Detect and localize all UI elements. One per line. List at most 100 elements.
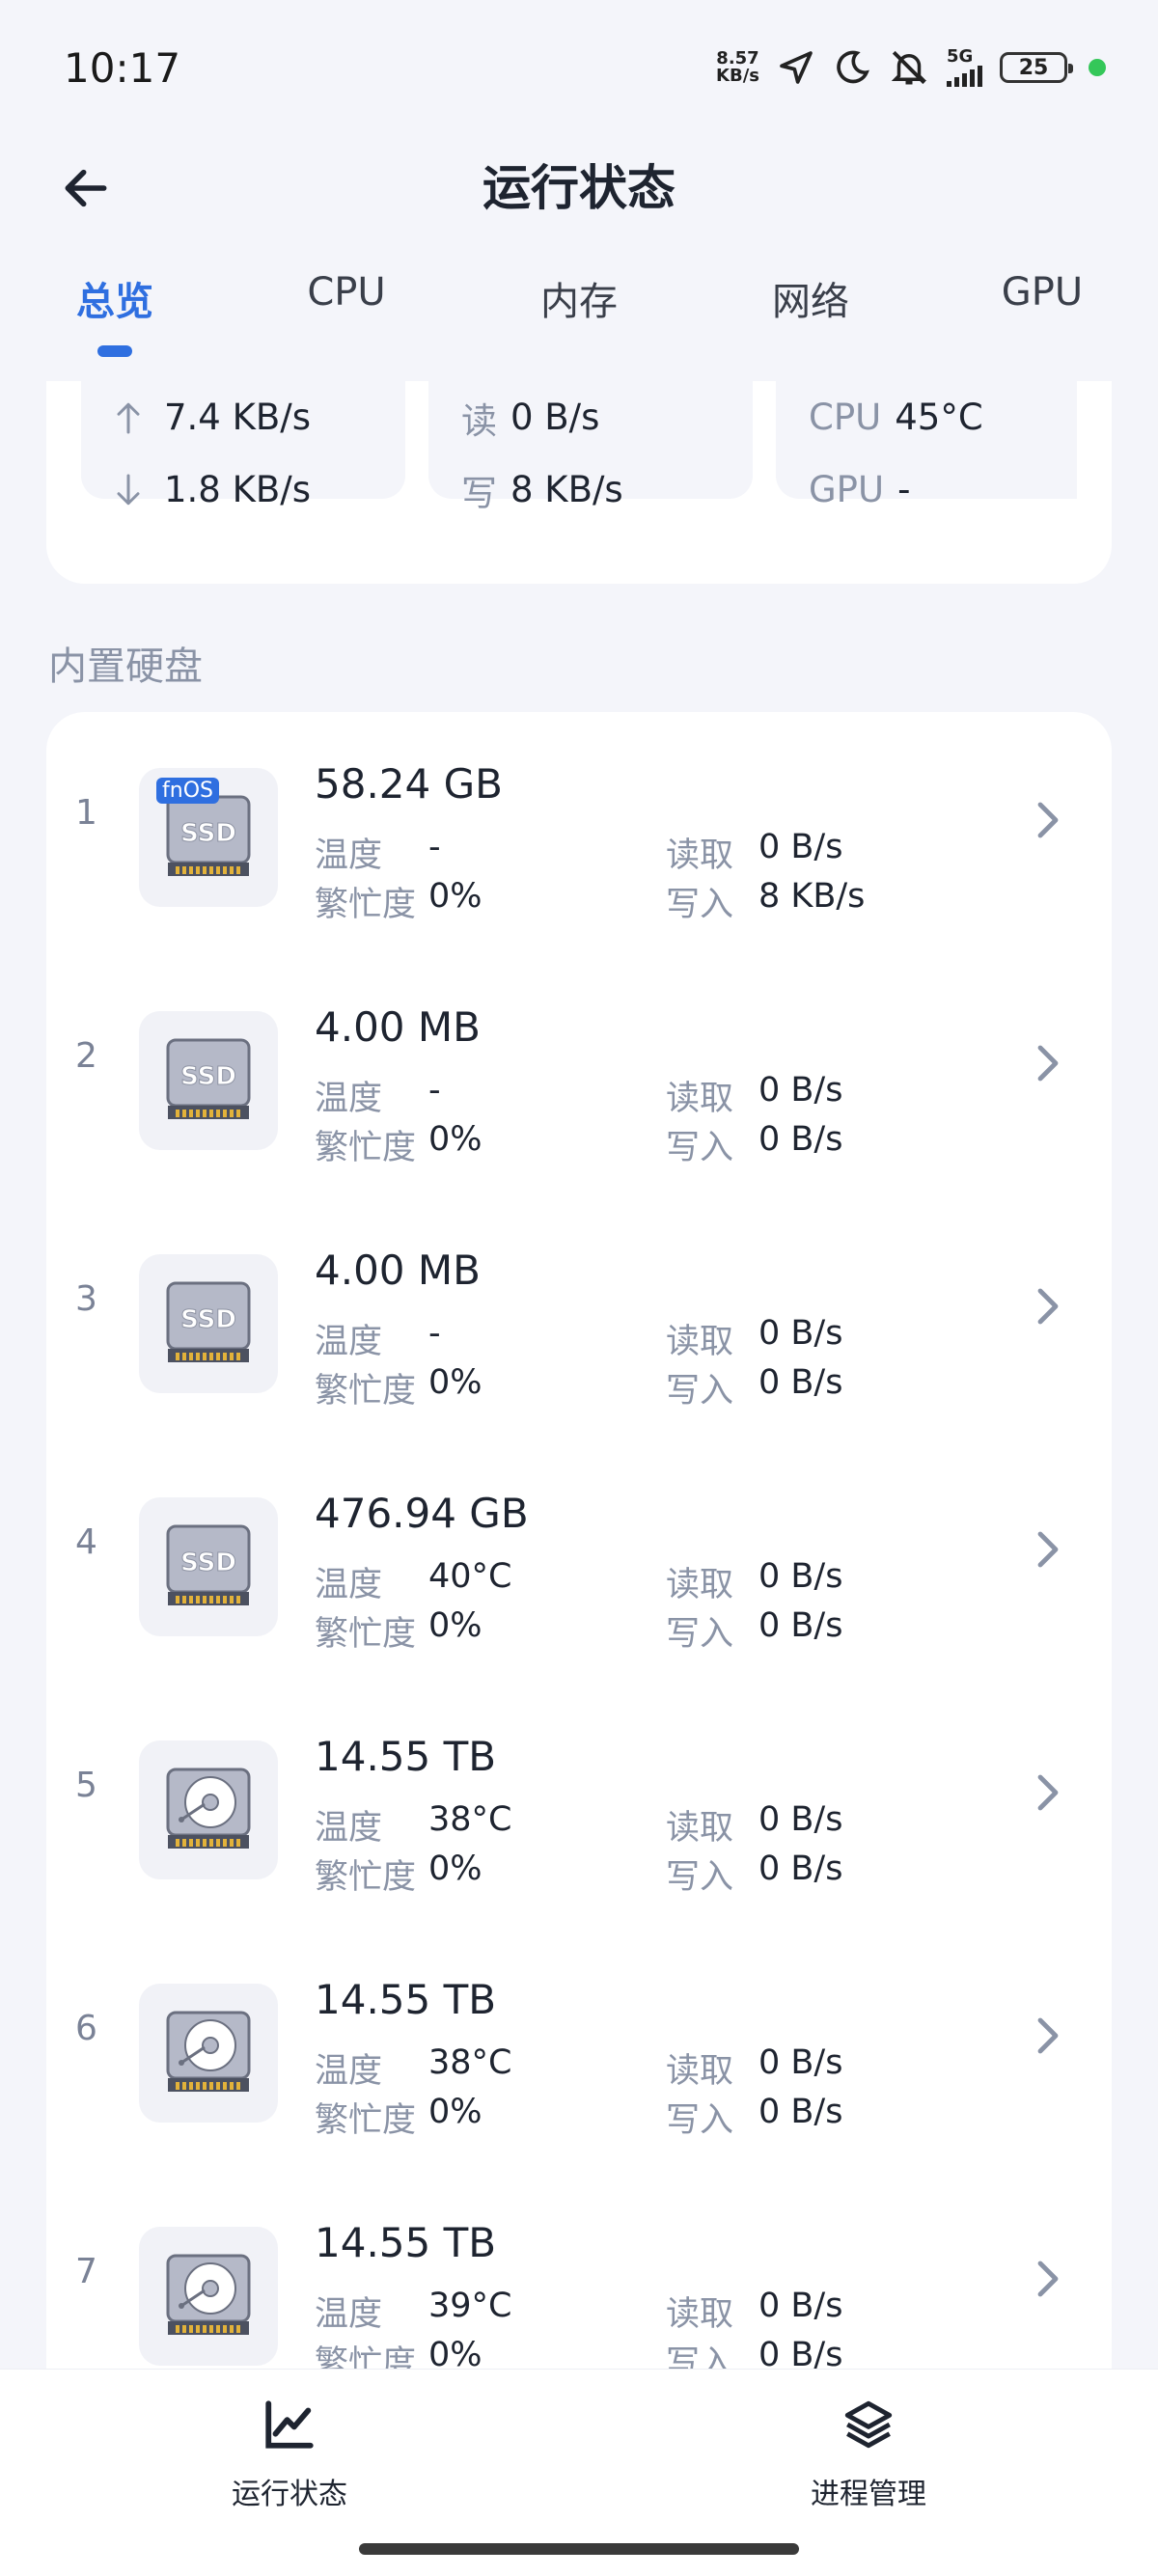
disk-size: 4.00 MB [315, 1003, 481, 1051]
temp-label: 温度 [315, 1323, 383, 1361]
signal-type: 5G [947, 46, 974, 67]
disk-size: 14.55 TB [315, 1976, 497, 2023]
chart-icon [265, 2400, 314, 2449]
disk-temp: - [428, 828, 441, 866]
disk-row[interactable]: 5 14.55 TB 温度 38°C 繁忙度 0% 读取 0 B/s 写入 0 … [46, 1694, 1112, 1937]
summary-card: 7.4 KB/s 1.8 KB/s 读 0 B/s 写 8 KB/s CPU 4… [46, 381, 1112, 584]
nav-process-label: 进程管理 [811, 2478, 926, 2511]
chevron-right-icon [1037, 1531, 1059, 1568]
disk-read: 0 B/s [758, 2043, 843, 2082]
network-summary[interactable]: 7.4 KB/s 1.8 KB/s [81, 381, 405, 510]
disk-row[interactable]: 1 SSD fnOS 58.24 GB 温度 - 繁忙度 0% 读取 0 B/s… [46, 722, 1112, 965]
disk-read: 0 B/s [758, 2287, 843, 2325]
temp-label: 温度 [315, 2052, 383, 2091]
disk-index: 2 [75, 1036, 97, 1076]
arrow-down-icon [117, 474, 140, 505]
disk-temp: 38°C [428, 2043, 512, 2082]
disk-write-value: 8 KB/s [510, 469, 623, 510]
busy-label: 繁忙度 [315, 1858, 417, 1897]
temp-label: 温度 [315, 1566, 383, 1604]
tab-memory[interactable]: 内存 [540, 270, 618, 326]
disk-index: 4 [75, 1522, 97, 1562]
read-label: 读取 [666, 1566, 734, 1604]
read-label: 读取 [666, 2295, 734, 2334]
net-speed-unit: KB/s [716, 66, 759, 86]
busy-label: 繁忙度 [315, 886, 417, 924]
location-icon [777, 48, 815, 87]
nav-process[interactable]: 进程管理 [743, 2397, 994, 2512]
disk-io-summary[interactable]: 读 0 B/s 写 8 KB/s [428, 381, 753, 514]
disk-write: 0 B/s [758, 2093, 843, 2131]
cpu-temp-row: CPU 45°C [809, 381, 1077, 453]
write-label: 写入 [666, 1615, 734, 1654]
chevron-right-icon [1037, 1774, 1059, 1811]
disk-busy: 0% [428, 2093, 482, 2131]
read-label: 读取 [666, 1080, 734, 1118]
chevron-right-icon [1037, 2017, 1059, 2054]
disk-index: 1 [75, 793, 97, 833]
app-header: 运行状态 [0, 135, 1158, 241]
write-label: 写入 [666, 1372, 734, 1411]
chevron-right-icon [1037, 1288, 1059, 1325]
chevron-right-icon [1037, 802, 1059, 838]
disk-index: 6 [75, 2009, 97, 2048]
write-label: 写入 [666, 2344, 734, 2369]
disk-busy: 0% [428, 2336, 482, 2369]
gpu-temp-row: GPU - [809, 453, 1077, 526]
tab-gpu[interactable]: GPU [1002, 270, 1083, 315]
tab-cpu[interactable]: CPU [307, 270, 385, 315]
read-label: 读取 [666, 836, 734, 875]
read-label: 读 [461, 399, 497, 442]
content-scroll[interactable]: 7.4 KB/s 1.8 KB/s 读 0 B/s 写 8 KB/s CPU 4… [0, 381, 1158, 2369]
busy-label: 繁忙度 [315, 1129, 417, 1167]
tab-overview[interactable]: 总览 [76, 270, 153, 326]
tab-network[interactable]: 网络 [772, 270, 849, 326]
disk-row[interactable]: 3 SSD 4.00 MB 温度 - 繁忙度 0% 读取 0 B/s 写入 0 … [46, 1208, 1112, 1451]
hdd-icon [166, 2254, 251, 2335]
disk-temp: 40°C [428, 1557, 512, 1596]
disk-temp: - [428, 1314, 441, 1353]
temp-label: 温度 [315, 836, 383, 875]
disk-index: 3 [75, 1279, 97, 1319]
disk-row[interactable]: 6 14.55 TB 温度 38°C 繁忙度 0% 读取 0 B/s 写入 0 … [46, 1937, 1112, 2180]
disk-read-value: 0 B/s [510, 397, 600, 438]
privacy-dot [1089, 59, 1106, 76]
disk-busy: 0% [428, 1606, 482, 1645]
disk-read: 0 B/s [758, 828, 843, 866]
chevron-right-icon [1037, 2261, 1059, 2297]
disk-icon [139, 1984, 278, 2123]
disk-write: 0 B/s [758, 1363, 843, 1402]
busy-label: 繁忙度 [315, 1615, 417, 1654]
read-label: 读取 [666, 2052, 734, 2091]
cpu-temp-label: CPU [809, 397, 882, 438]
disk-row[interactable]: 7 14.55 TB 温度 39°C 繁忙度 0% 读取 0 B/s 写入 0 … [46, 2180, 1112, 2369]
disk-read: 0 B/s [758, 1800, 843, 1839]
home-indicator[interactable] [359, 2543, 799, 2555]
status-icons: 8.57 KB/s 5G 25 [716, 47, 1106, 88]
disk-write: 0 B/s [758, 1606, 843, 1645]
disk-write-row: 写 8 KB/s [461, 453, 753, 526]
disk-busy: 0% [428, 1120, 482, 1159]
disk-index: 5 [75, 1766, 97, 1805]
busy-label: 繁忙度 [315, 1372, 417, 1411]
temp-label: 温度 [315, 2295, 383, 2334]
upload-row: 7.4 KB/s [114, 381, 405, 453]
nav-status[interactable]: 运行状态 [164, 2397, 415, 2512]
disk-busy: 0% [428, 1850, 482, 1888]
arrow-up-icon [117, 402, 140, 433]
disk-busy: 0% [428, 877, 482, 916]
disk-write: 0 B/s [758, 1850, 843, 1888]
nav-status-label: 运行状态 [232, 2478, 347, 2511]
disk-size: 14.55 TB [315, 1733, 497, 1780]
hdd-icon [166, 2011, 251, 2092]
hdd-icon [166, 1768, 251, 1849]
disk-row[interactable]: 2 SSD 4.00 MB 温度 - 繁忙度 0% 读取 0 B/s 写入 0 … [46, 965, 1112, 1208]
disk-row[interactable]: 4 SSD 476.94 GB 温度 40°C 繁忙度 0% 读取 0 B/s … [46, 1451, 1112, 1694]
disk-icon: SSD [139, 1497, 278, 1636]
disk-temp: 39°C [428, 2287, 512, 2325]
disk-read: 0 B/s [758, 1071, 843, 1110]
ssd-icon: SSD [166, 1524, 251, 1605]
temperature-summary[interactable]: CPU 45°C GPU - [776, 381, 1077, 510]
moon-icon [833, 48, 871, 87]
write-label: 写入 [666, 1858, 734, 1897]
